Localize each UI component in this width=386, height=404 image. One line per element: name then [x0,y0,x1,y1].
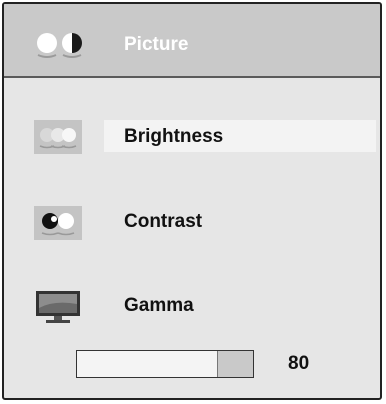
gamma-icon [36,291,80,323]
menu-item-gamma[interactable]: Gamma [4,284,380,328]
menu-item-contrast[interactable]: Contrast [4,200,380,244]
menu-item-label: Gamma [124,295,194,316]
picture-icon [37,33,82,58]
menu-item-label: Brightness [124,126,224,147]
menu-header: Picture [4,4,380,78]
slider-fill [77,351,218,377]
slider-value: 80 [288,353,310,374]
contrast-icon [34,206,82,240]
menu-item-brightness[interactable]: Brightness [4,120,380,164]
menu-item-label: Contrast [124,211,203,232]
osd-menu: Picture Brightness Contrast Gamma 80 [2,2,382,400]
brightness-icon [34,120,82,154]
value-slider[interactable] [76,350,254,378]
menu-title: Picture [124,34,189,55]
